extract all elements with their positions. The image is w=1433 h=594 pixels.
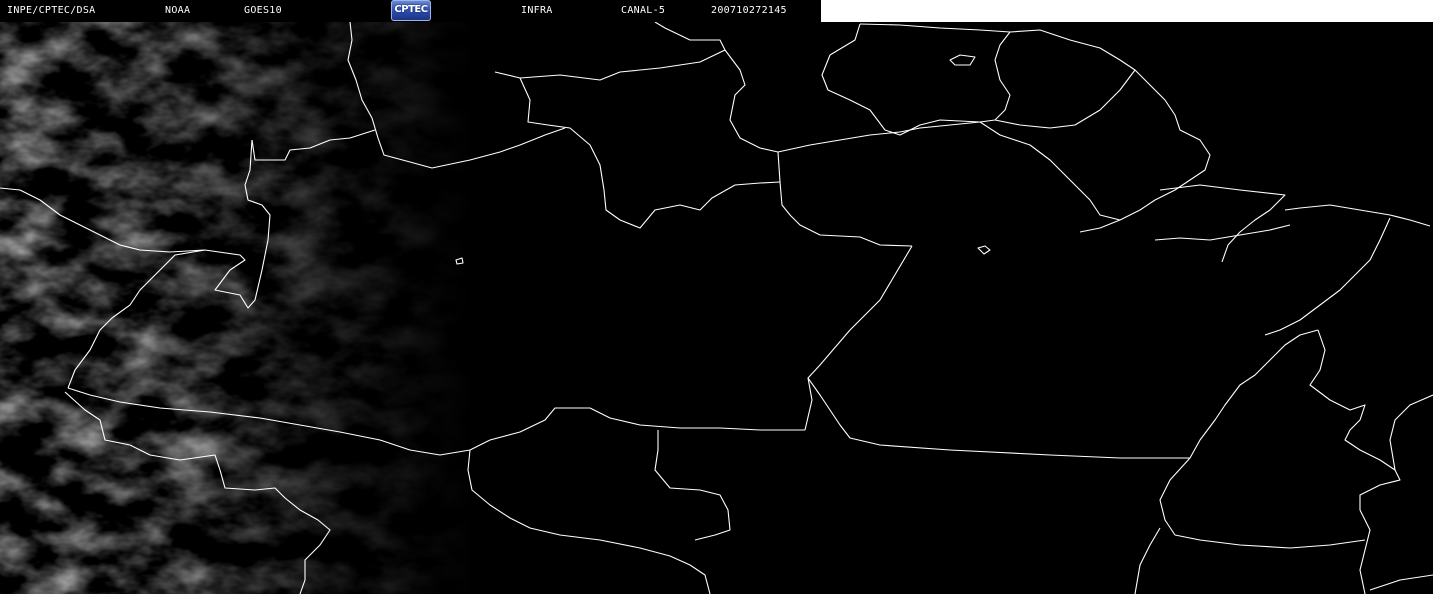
cloud-cover [0, 22, 520, 594]
satellite-image [0, 22, 1433, 594]
channel-label: CANAL-5 [621, 5, 666, 16]
source-label: INPE/CPTEC/DSA [7, 5, 96, 16]
header-blank-panel [821, 0, 1433, 22]
cptec-logo-text: CPTEC [394, 4, 428, 15]
agency-label: NOAA [165, 5, 191, 16]
image-header-bar: INPE/CPTEC/DSA NOAA GOES10 CPTEC INFRA C… [0, 0, 821, 22]
satellite-label: GOES10 [244, 5, 282, 16]
band-label: INFRA [521, 5, 553, 16]
timestamp-label: 200710272145 [711, 5, 787, 16]
cptec-logo: CPTEC [391, 0, 431, 21]
